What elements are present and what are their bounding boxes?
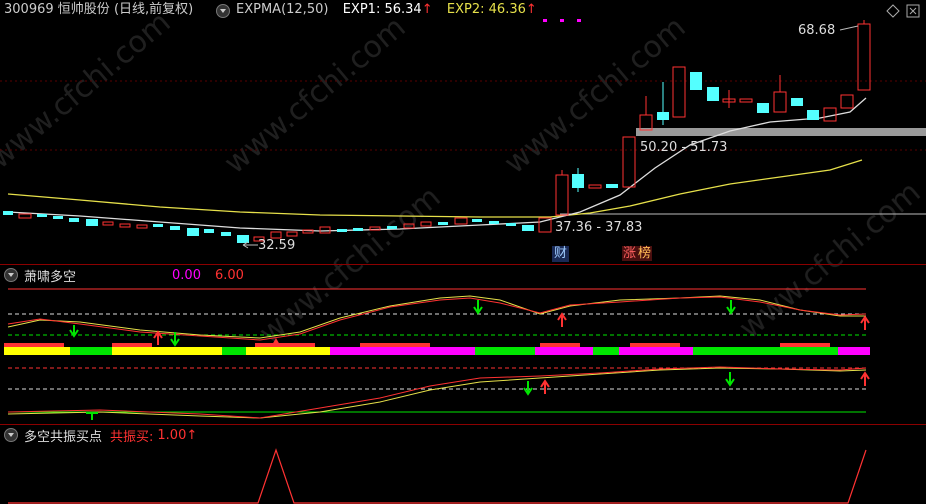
buy-signal-line (8, 448, 867, 504)
buy-signal-panel (8, 448, 867, 504)
